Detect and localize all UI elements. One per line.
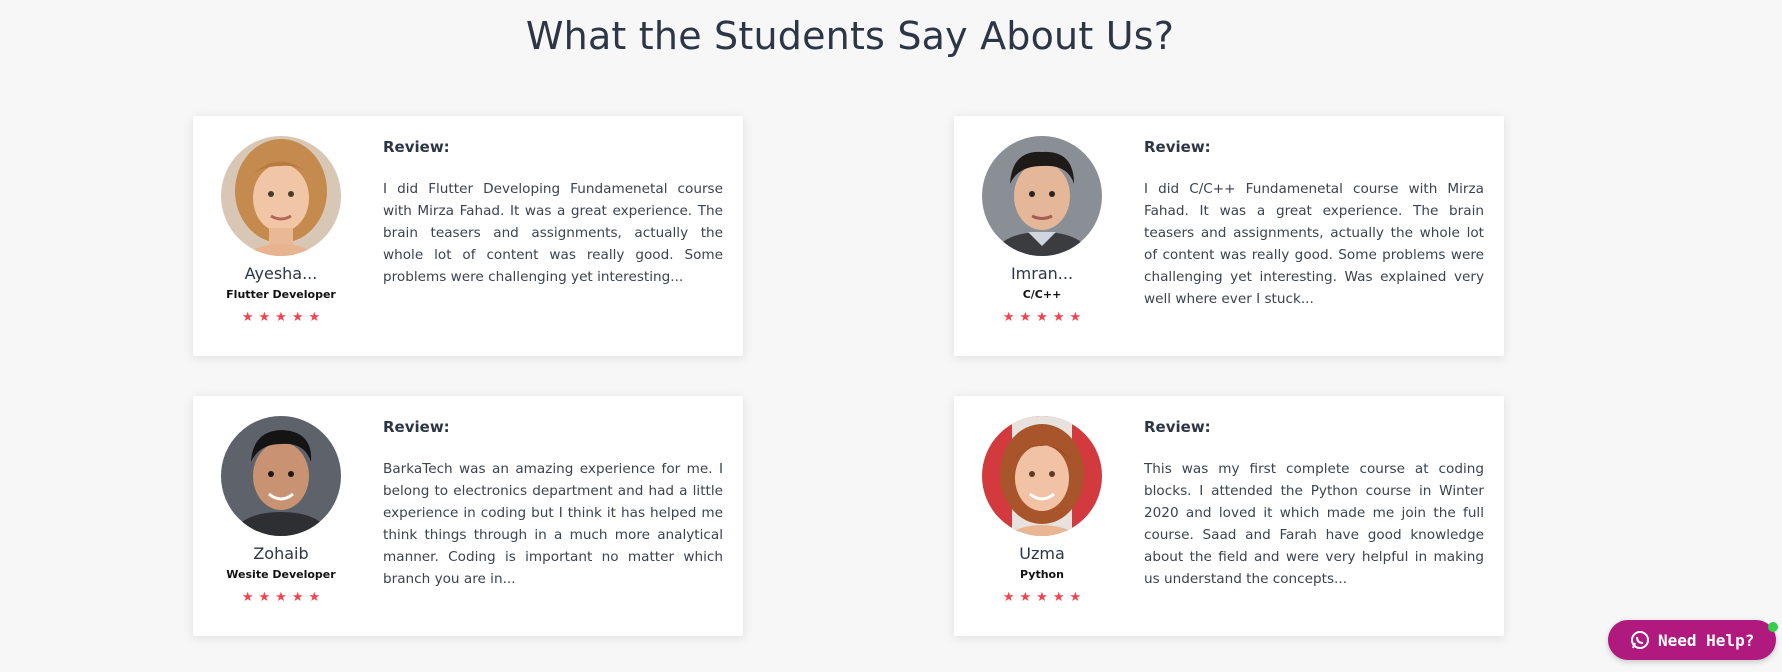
review-block: Review: I did Flutter Developing Fundame… [383, 138, 723, 288]
student-name: Ayesha... [244, 264, 318, 283]
online-status-dot [1768, 622, 1778, 632]
star-icon: ★ [308, 309, 321, 324]
student-role: Python [1020, 568, 1064, 581]
star-icon: ★ [1052, 309, 1065, 324]
star-icon: ★ [275, 309, 287, 324]
student-profile: Ayesha... Flutter Developer ★ ★ ★ ★ ★ [213, 136, 349, 324]
review-block: Review: I did C/C++ Fundamenetal course … [1144, 138, 1484, 310]
testimonial-card: Zohaib Wesite Developer ★ ★ ★ ★ ★ Review… [193, 396, 743, 636]
student-avatar [221, 136, 341, 256]
star-icon: ★ [1052, 589, 1065, 604]
star-icon: ★ [1019, 589, 1032, 604]
testimonial-card: Uzma Python ★ ★ ★ ★ ★ Review: This was m… [954, 396, 1504, 636]
star-icon: ★ [1019, 309, 1032, 324]
student-avatar [982, 136, 1102, 256]
need-help-label: Need Help? [1658, 630, 1755, 650]
star-icon: ★ [258, 589, 271, 604]
review-heading: Review: [1144, 138, 1211, 156]
star-icon: ★ [1002, 589, 1015, 604]
star-icon: ★ [291, 309, 304, 324]
star-rating: ★ ★ ★ ★ ★ [213, 590, 349, 604]
star-icon: ★ [308, 589, 321, 604]
star-rating: ★ ★ ★ ★ ★ [213, 310, 349, 324]
student-role: C/C++ [1022, 288, 1062, 301]
star-icon: ★ [1036, 589, 1048, 604]
review-text: I did Flutter Developing Fundamenetal co… [383, 181, 723, 285]
student-profile: Uzma Python ★ ★ ★ ★ ★ [974, 416, 1110, 604]
star-rating: ★ ★ ★ ★ ★ [974, 590, 1110, 604]
review-heading: Review: [383, 138, 450, 156]
testimonial-card: Imran... C/C++ ★ ★ ★ ★ ★ Review: I did C… [954, 116, 1504, 356]
need-help-button[interactable]: Need Help? [1608, 620, 1778, 660]
star-icon: ★ [1069, 589, 1082, 604]
star-rating: ★ ★ ★ ★ ★ [974, 310, 1110, 324]
star-icon: ★ [291, 589, 304, 604]
star-icon: ★ [1036, 309, 1048, 324]
star-icon: ★ [275, 589, 287, 604]
review-heading: Review: [1144, 418, 1211, 436]
review-text: BarkaTech was an amazing experience for … [383, 461, 723, 587]
star-icon: ★ [241, 309, 254, 324]
review-text: I did C/C++ Fundamenetal course with Mir… [1144, 181, 1484, 307]
section-title: What the Students Say About Us? [525, 14, 1175, 58]
star-icon: ★ [258, 309, 271, 324]
review-block: Review: BarkaTech was an amazing experie… [383, 418, 723, 590]
student-name: Imran... [1010, 264, 1074, 283]
student-avatar [221, 416, 341, 536]
review-text: This was my first complete course at cod… [1144, 461, 1484, 587]
student-name: Zohaib [253, 544, 309, 563]
student-profile: Zohaib Wesite Developer ★ ★ ★ ★ ★ [213, 416, 349, 604]
review-heading: Review: [383, 418, 450, 436]
testimonial-card: Ayesha... Flutter Developer ★ ★ ★ ★ ★ Re… [193, 116, 743, 356]
student-role: Flutter Developer [226, 288, 336, 301]
star-icon: ★ [1069, 309, 1082, 324]
review-block: Review: This was my first complete cours… [1144, 418, 1484, 590]
star-icon: ★ [1002, 309, 1015, 324]
student-profile: Imran... C/C++ ★ ★ ★ ★ ★ [974, 136, 1110, 324]
whatsapp-icon [1630, 630, 1650, 650]
student-name: Uzma [1019, 544, 1065, 563]
star-icon: ★ [241, 589, 254, 604]
student-avatar [982, 416, 1102, 536]
student-role: Wesite Developer [226, 568, 336, 581]
